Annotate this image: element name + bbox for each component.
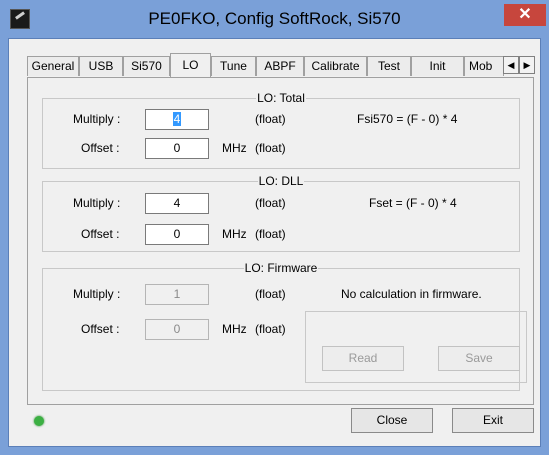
- lo-dll-multiply-input[interactable]: 4: [145, 193, 209, 214]
- lo-firmware-multiply-unit: (float): [255, 287, 286, 301]
- tab-mob[interactable]: Mob: [464, 56, 504, 76]
- lo-dll-offset-mhz-unit: MHz: [222, 227, 247, 241]
- lo-tab-page: LO: Total Multiply : 4 (float) Fsi570 = …: [27, 77, 534, 405]
- lo-total-multiply-unit: (float): [255, 112, 286, 126]
- lo-total-group: LO: Total Multiply : 4 (float) Fsi570 = …: [42, 91, 520, 169]
- tab-usb[interactable]: USB: [79, 56, 123, 76]
- lo-firmware-note: No calculation in firmware.: [341, 287, 482, 301]
- lo-dll-offset-label: Offset :: [81, 227, 120, 241]
- lo-dll-multiply-label: Multiply :: [73, 196, 121, 210]
- lo-dll-offset-input[interactable]: 0: [145, 224, 209, 245]
- lo-firmware-offset-mhz-unit: MHz: [222, 322, 247, 336]
- tab-scroll-right-button[interactable]: ▶: [519, 56, 535, 74]
- close-button[interactable]: Close: [351, 408, 433, 433]
- config-window: PE0FKO, Config SoftRock, Si570 ✕ General…: [0, 0, 549, 455]
- exit-button[interactable]: Exit: [452, 408, 534, 433]
- lo-firmware-multiply-label: Multiply :: [73, 287, 121, 301]
- lo-firmware-offset-label: Offset :: [81, 322, 120, 336]
- lo-total-formula: Fsi570 = (F - 0) * 4: [357, 112, 458, 126]
- lo-total-offset-input[interactable]: 0: [145, 138, 209, 159]
- firmware-actions-box: Read Save: [305, 311, 527, 383]
- status-led-icon: [34, 416, 44, 426]
- lo-dll-offset-unit: (float): [255, 227, 286, 241]
- lo-dll-multiply-unit: (float): [255, 196, 286, 210]
- lo-total-offset-mhz-unit: MHz: [222, 141, 247, 155]
- lo-total-offset-unit: (float): [255, 141, 286, 155]
- tab-general[interactable]: General: [27, 56, 79, 76]
- lo-firmware-group: LO: Firmware Multiply : 1 (float) No cal…: [42, 261, 527, 391]
- tab-test[interactable]: Test: [367, 56, 411, 76]
- tab-abpf[interactable]: ABPF: [256, 56, 304, 76]
- lo-total-multiply-label: Multiply :: [73, 112, 121, 126]
- lo-total-multiply-value: 4: [172, 112, 182, 126]
- lo-firmware-multiply-input[interactable]: 1: [145, 284, 209, 305]
- read-button[interactable]: Read: [322, 346, 404, 371]
- lo-total-multiply-input[interactable]: 4: [145, 109, 209, 130]
- save-button[interactable]: Save: [438, 346, 520, 371]
- title-bar[interactable]: PE0FKO, Config SoftRock, Si570 ✕: [0, 0, 549, 38]
- dialog-client-area: General USB Si570 LO Tune ABPF Calibrate…: [8, 38, 541, 447]
- lo-dll-formula: Fset = (F - 0) * 4: [369, 196, 457, 210]
- tab-scroll-left-button[interactable]: ◀: [503, 56, 519, 74]
- window-title: PE0FKO, Config SoftRock, Si570: [148, 9, 401, 28]
- tab-tune[interactable]: Tune: [211, 56, 256, 76]
- tab-si570[interactable]: Si570: [123, 56, 170, 76]
- lo-firmware-title: LO: Firmware: [243, 261, 319, 275]
- lo-total-title: LO: Total: [256, 91, 306, 105]
- tab-init[interactable]: Init: [411, 56, 464, 76]
- lo-dll-group: LO: DLL Multiply : 4 (float) Fset = (F -…: [42, 174, 520, 252]
- tab-lo[interactable]: LO: [170, 53, 211, 77]
- tab-calibrate[interactable]: Calibrate: [304, 56, 367, 76]
- lo-total-offset-label: Offset :: [81, 141, 120, 155]
- lo-firmware-offset-input[interactable]: 0: [145, 319, 209, 340]
- lo-dll-title: LO: DLL: [257, 174, 305, 188]
- lo-firmware-offset-unit: (float): [255, 322, 286, 336]
- window-close-button[interactable]: ✕: [504, 4, 546, 26]
